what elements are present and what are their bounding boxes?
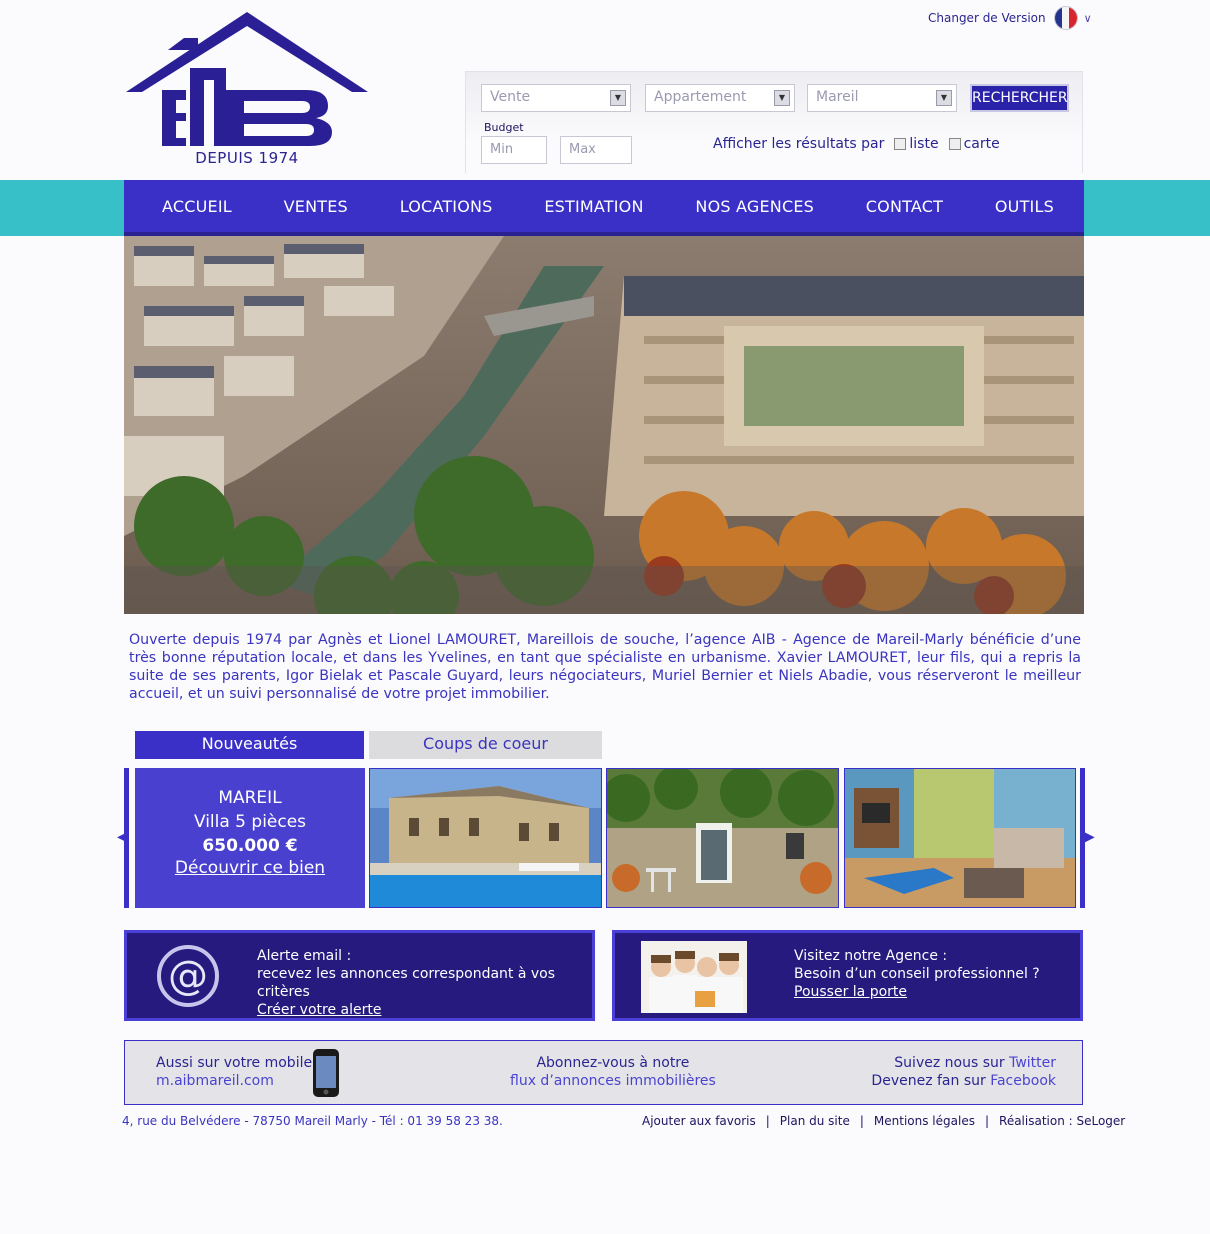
- footer-link-credits[interactable]: Réalisation : SeLoger: [999, 1114, 1125, 1128]
- location-select[interactable]: Mareil ▼: [807, 84, 957, 112]
- listing-city: MAREIL: [218, 788, 282, 808]
- logo-tagline: DEPUIS 1974: [195, 149, 299, 167]
- twitter-link[interactable]: Twitter: [1009, 1055, 1056, 1071]
- results-label: Afficher les résultats par: [713, 136, 885, 152]
- email-alert-box[interactable]: @ Alerte email : recevez les annonces co…: [124, 930, 595, 1021]
- footer-separator: |: [859, 1114, 864, 1128]
- hero-image: [124, 236, 1084, 614]
- property-type-select[interactable]: Appartement ▼: [645, 84, 795, 112]
- social-band: Aussi sur votre mobile m.aibmareil.com A…: [124, 1040, 1083, 1105]
- nav-item-outils[interactable]: OUTILS: [995, 197, 1054, 216]
- nav-item-accueil[interactable]: ACCUEIL: [162, 197, 232, 216]
- nav-item-ventes[interactable]: VENTES: [284, 197, 348, 216]
- mobile-label: Aussi sur votre mobile: [156, 1055, 313, 1071]
- property-type-value: Appartement: [654, 89, 747, 105]
- nav-item-estimation[interactable]: ESTIMATION: [544, 197, 643, 216]
- budget-max-input[interactable]: Max: [560, 136, 632, 164]
- facebook-label: Devenez fan sur: [871, 1073, 991, 1089]
- list-checkbox[interactable]: [894, 138, 907, 150]
- mobile-block: Aussi sur votre mobile m.aibmareil.com: [156, 1054, 312, 1090]
- email-at-icon: @: [157, 945, 219, 1007]
- create-alert-link[interactable]: Créer votre alerte: [257, 1002, 381, 1018]
- map-option-label: carte: [963, 136, 1000, 152]
- alert-description: recevez les annonces correspondant à vos…: [257, 966, 556, 1000]
- carousel-prev-icon[interactable]: ◀: [117, 829, 128, 845]
- agency-team-photo: [641, 941, 747, 1013]
- discover-listing-link[interactable]: Découvrir ce bien: [135, 858, 365, 878]
- main-nav: ACCUEIL VENTES LOCATIONS ESTIMATION NOS …: [124, 180, 1084, 236]
- search-button[interactable]: RECHERCHER: [970, 84, 1069, 112]
- version-label: Changer de Version: [928, 11, 1046, 25]
- dropdown-arrow-icon: ▼: [774, 90, 790, 106]
- intro-text: Ouverte depuis 1974 par Agnès et Lionel …: [129, 632, 1081, 702]
- tab-nouveautes[interactable]: Nouveautés: [135, 731, 364, 759]
- nav-item-locations[interactable]: LOCATIONS: [400, 197, 493, 216]
- search-panel: Vente ▼ Appartement ▼ Mareil ▼ RECHERCHE…: [465, 71, 1083, 173]
- mobile-site-link[interactable]: m.aibmareil.com: [156, 1072, 312, 1090]
- list-option-label: liste: [909, 136, 939, 152]
- smartphone-icon: [313, 1049, 339, 1097]
- budget-min-input[interactable]: Min: [481, 136, 547, 164]
- svg-text:@: @: [168, 953, 208, 999]
- rss-block: Abonnez-vous à notre flux d’annonces imm…: [510, 1054, 716, 1090]
- tab-coups-de-coeur[interactable]: Coups de coeur: [369, 731, 602, 759]
- footer-link-sitemap[interactable]: Plan du site: [780, 1114, 850, 1128]
- carousel-next-icon[interactable]: ▶: [1084, 829, 1095, 845]
- footer-separator: |: [765, 1114, 770, 1128]
- dropdown-arrow-icon: ▼: [936, 90, 952, 106]
- twitter-label: Suivez nous sur: [894, 1055, 1010, 1071]
- dropdown-arrow-icon: ▼: [610, 90, 626, 106]
- france-flag-icon: [1053, 6, 1078, 30]
- budget-label: Budget: [484, 121, 524, 134]
- listing-photo-villa-pool[interactable]: [369, 768, 602, 908]
- rss-feed-link[interactable]: flux d’annonces immobilières: [510, 1072, 716, 1090]
- listing-photo-stone-house[interactable]: [606, 768, 839, 908]
- footer-link-favorites[interactable]: Ajouter aux favoris: [642, 1114, 756, 1128]
- transaction-select[interactable]: Vente ▼: [481, 84, 631, 112]
- facebook-link[interactable]: Facebook: [990, 1073, 1056, 1089]
- nav-item-nos-agences[interactable]: NOS AGENCES: [695, 197, 814, 216]
- results-display-options: Afficher les résultats par liste carte: [713, 136, 1000, 152]
- listing-type: Villa 5 pièces: [193, 812, 307, 832]
- listing-photo-living-room[interactable]: [844, 768, 1076, 908]
- alert-title: Alerte email :: [257, 948, 352, 964]
- footer-links: Ajouter aux favoris | Plan du site | Men…: [642, 1114, 1125, 1128]
- rss-label: Abonnez-vous à notre: [536, 1055, 690, 1071]
- agency-title: Visitez notre Agence :: [794, 948, 948, 964]
- nav-item-contact[interactable]: CONTACT: [866, 197, 943, 216]
- chevron-down-icon: ∨: [1083, 11, 1092, 25]
- version-switcher[interactable]: Changer de Version ∨: [928, 6, 1092, 30]
- listing-price: 650.000 €: [202, 836, 298, 856]
- footer-link-legal[interactable]: Mentions légales: [874, 1114, 975, 1128]
- social-block: Suivez nous sur Twitter Devenez fan sur …: [871, 1054, 1056, 1090]
- footer-address: 4, rue du Belvédere - 78750 Mareil Marly…: [122, 1114, 503, 1128]
- transaction-value: Vente: [490, 89, 531, 105]
- agency-description: Besoin d’un conseil professionnel ?: [794, 966, 1040, 982]
- visit-agency-box[interactable]: Visitez notre Agence : Besoin d’un conse…: [612, 930, 1083, 1021]
- logo[interactable]: [126, 10, 368, 170]
- featured-listing-card[interactable]: MAREIL Villa 5 pièces 650.000 € Découvri…: [135, 768, 365, 908]
- location-value: Mareil: [816, 89, 859, 105]
- footer-separator: |: [984, 1114, 990, 1128]
- visit-agency-link[interactable]: Pousser la porte: [794, 984, 907, 1000]
- map-checkbox[interactable]: [948, 138, 961, 150]
